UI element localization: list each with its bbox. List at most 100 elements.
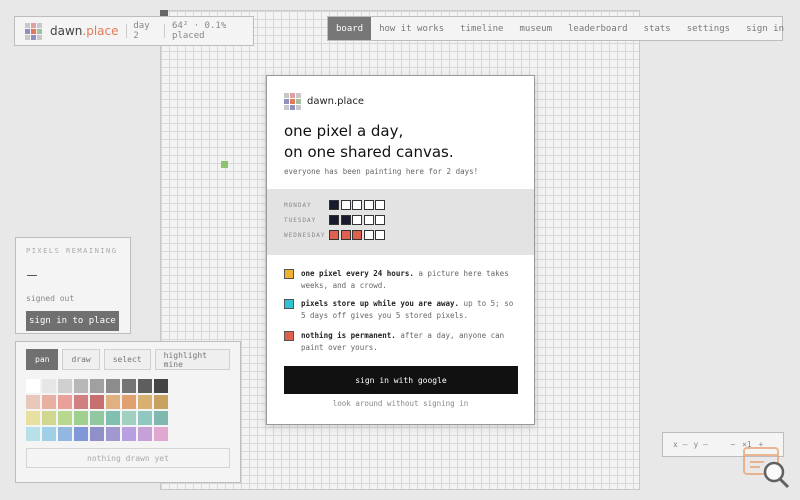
color-swatch[interactable]	[138, 427, 152, 441]
logo-square	[25, 34, 30, 40]
nav-how-it-works[interactable]: how it works	[371, 17, 452, 40]
color-swatch[interactable]	[42, 379, 56, 393]
color-swatch[interactable]	[154, 395, 168, 409]
day-pixel-cell	[329, 200, 339, 210]
day-pixel-cell	[375, 230, 385, 240]
logo-square	[290, 93, 295, 98]
color-swatch[interactable]	[154, 379, 168, 393]
color-swatch[interactable]	[58, 427, 72, 441]
color-swatch[interactable]	[26, 427, 40, 441]
day-name: MONDAY	[284, 201, 312, 209]
day-pixel-cell	[363, 230, 374, 240]
day-name: TUESDAY	[284, 216, 317, 224]
color-swatch[interactable]	[42, 395, 56, 409]
sign-in-with-google-button[interactable]: sign in with google	[284, 366, 518, 394]
magnifier-logo-icon	[743, 447, 790, 489]
color-swatch[interactable]	[42, 411, 56, 425]
logo-square	[296, 99, 301, 104]
nav-museum[interactable]: museum	[511, 17, 560, 40]
color-swatch[interactable]	[26, 379, 40, 393]
day-pixel-cell	[352, 215, 362, 225]
color-swatch[interactable]	[90, 411, 104, 425]
color-swatch[interactable]	[42, 427, 56, 441]
color-swatch[interactable]	[122, 427, 136, 441]
color-swatch[interactable]	[122, 379, 136, 393]
logo-square	[31, 34, 36, 40]
day-counter: day 2	[133, 21, 150, 41]
tool-select[interactable]: select	[103, 349, 151, 370]
day-pixel-cell	[363, 200, 374, 210]
logo-square	[296, 105, 301, 110]
nav-timeline[interactable]: timeline	[452, 17, 511, 40]
day-row-wednesday: WEDNESDAY	[284, 230, 387, 240]
color-swatch[interactable]	[122, 411, 136, 425]
canvas-pixel[interactable]	[221, 161, 228, 168]
y-coordinate: y —	[693, 440, 708, 449]
modal-headline: one pixel a day, on one shared canvas.	[284, 121, 454, 163]
logo-icon	[284, 93, 301, 110]
zoom-out-button[interactable]: −	[726, 440, 740, 449]
color-swatch[interactable]	[26, 411, 40, 425]
look-around-link[interactable]: look around without signing in	[267, 399, 534, 408]
modal-brand-name: dawn.place	[307, 96, 365, 107]
color-swatch[interactable]	[122, 395, 136, 409]
color-swatch[interactable]	[58, 395, 72, 409]
day-pixel-cell	[340, 230, 351, 240]
toolbox-panel: pan draw select highlight mine nothing d…	[15, 341, 241, 483]
placed-stats: 64² · 0.1% placed	[172, 21, 227, 41]
day-pixel-cell	[352, 230, 362, 240]
color-palette	[26, 379, 230, 441]
x-coordinate: x —	[673, 440, 688, 449]
color-swatch[interactable]	[90, 379, 104, 393]
color-swatch[interactable]	[74, 379, 88, 393]
nav-board[interactable]: board	[328, 17, 372, 40]
color-swatch[interactable]	[74, 411, 88, 425]
logo-square	[37, 22, 42, 28]
color-swatch[interactable]	[74, 395, 88, 409]
color-swatch[interactable]	[58, 411, 72, 425]
feature-not-permanent: nothing is permanent. after a day, anyon…	[284, 330, 514, 354]
day-pixel-cell	[363, 215, 374, 225]
color-swatch[interactable]	[138, 379, 152, 393]
day-pixel-cell	[329, 215, 339, 225]
color-swatch[interactable]	[106, 427, 120, 441]
color-swatch[interactable]	[106, 379, 120, 393]
day-pixel-cell	[375, 200, 385, 210]
pixels-remaining-value	[27, 275, 37, 276]
logo-square	[31, 28, 36, 34]
pixels-remaining-label: PIXELS REMAINING	[26, 247, 118, 255]
color-swatch[interactable]	[106, 395, 120, 409]
day-pixel-cell	[340, 215, 351, 225]
color-swatch[interactable]	[58, 379, 72, 393]
color-swatch[interactable]	[106, 411, 120, 425]
divider	[164, 24, 166, 38]
color-swatch[interactable]	[154, 411, 168, 425]
day-name: WEDNESDAY	[284, 231, 326, 239]
color-swatch[interactable]	[138, 395, 152, 409]
brand-bar: dawn.place day 2 64² · 0.1% placed	[14, 16, 254, 46]
color-swatch[interactable]	[154, 427, 168, 441]
tool-draw[interactable]: draw	[62, 349, 100, 370]
nav-stats[interactable]: stats	[636, 17, 679, 40]
day-pixel-cell	[329, 230, 339, 240]
color-swatch[interactable]	[90, 395, 104, 409]
color-swatch[interactable]	[90, 427, 104, 441]
color-swatch[interactable]	[26, 395, 40, 409]
tool-highlight-mine[interactable]: highlight mine	[154, 349, 230, 370]
logo-icon	[25, 22, 42, 40]
logo-square	[284, 105, 289, 110]
color-swatch[interactable]	[138, 411, 152, 425]
tool-pan[interactable]: pan	[26, 349, 59, 370]
sign-in-to-place-button[interactable]: sign in to place	[26, 311, 119, 331]
feature-color-dot	[284, 299, 294, 309]
divider	[125, 24, 127, 38]
logo-square	[290, 99, 295, 104]
day-pixel-cell	[375, 215, 385, 225]
nav-settings[interactable]: settings	[679, 17, 738, 40]
top-nav: board how it works timeline museum leade…	[327, 16, 784, 41]
logo-square	[284, 99, 289, 104]
color-swatch[interactable]	[74, 427, 88, 441]
nav-leaderboard[interactable]: leaderboard	[560, 17, 636, 40]
day-row-monday: MONDAY	[284, 200, 387, 210]
nav-sign-in[interactable]: sign in	[738, 17, 792, 40]
